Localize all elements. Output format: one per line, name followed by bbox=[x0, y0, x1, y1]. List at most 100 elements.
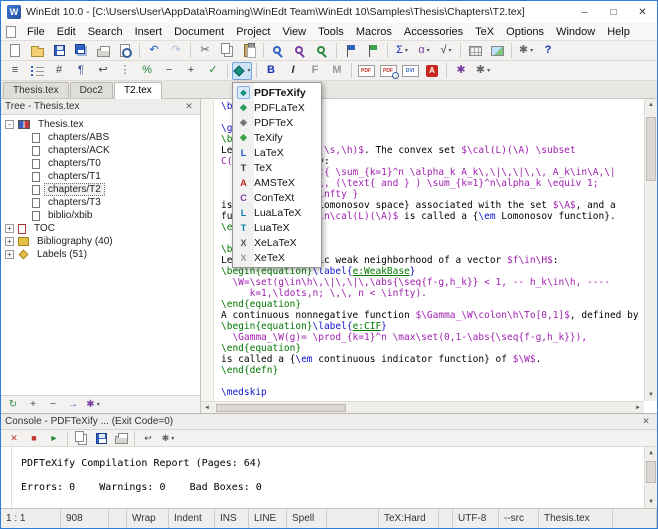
indent-mode-cell[interactable]: Indent bbox=[169, 509, 215, 528]
scroll-right-arrow-icon[interactable]: ► bbox=[632, 405, 644, 411]
save-all-button[interactable] bbox=[71, 42, 91, 60]
pdf-texify-button[interactable]: PDF bbox=[356, 62, 376, 80]
dvi-preview-button[interactable]: DVI bbox=[400, 62, 420, 80]
tree-refresh-button[interactable]: ↻ bbox=[4, 397, 22, 413]
tex-mode-cell[interactable]: TeX:Hard bbox=[379, 509, 439, 528]
insert-image-button[interactable] bbox=[487, 42, 507, 60]
menu-options[interactable]: Options bbox=[500, 25, 550, 39]
menu-tools[interactable]: Tools bbox=[312, 25, 350, 39]
editor-line[interactable]: \Gamma_\W(g)= \prod_{k=1}^n \max\set(0,1… bbox=[221, 332, 644, 343]
tree-item-thesis-tex[interactable]: - Thesis.tex bbox=[1, 118, 200, 131]
undo-button[interactable]: ↶ bbox=[144, 42, 164, 60]
editor-line[interactable]: A continuous nonnegative function $\Gamm… bbox=[221, 310, 644, 321]
menu-project[interactable]: Project bbox=[230, 25, 276, 39]
tree-item-chapters-ack[interactable]: chapters/ACK bbox=[1, 144, 200, 157]
tex-menu-item-lualatex[interactable]: L LuaLaTeX bbox=[233, 205, 321, 220]
tree-panel-close-button[interactable]: ✕ bbox=[182, 101, 196, 112]
font-button[interactable]: F bbox=[305, 62, 325, 80]
console-vscrollbar[interactable]: ▲ ▼ bbox=[644, 447, 657, 508]
tex-options-dropdown-arrow-icon[interactable]: ▾ bbox=[487, 67, 490, 74]
encoding-cell[interactable]: UTF-8 bbox=[453, 509, 499, 528]
menu-macros[interactable]: Macros bbox=[350, 25, 398, 39]
options-button[interactable]: ✱ ▾ bbox=[516, 42, 536, 60]
editor-line[interactable]: \W=\set(g\in\h\,\|\,\|\,\abs{\seq{f-g,h_… bbox=[221, 277, 644, 288]
texify-compile-dropdown-arrow-icon[interactable]: ▾ bbox=[247, 67, 250, 74]
tree-item-chapters-t2[interactable]: chapters/T2 bbox=[1, 183, 200, 196]
line-mode-cell[interactable]: LINE bbox=[249, 509, 287, 528]
insert-math-button[interactable]: Σ ▾ bbox=[392, 42, 412, 60]
math-mode-button[interactable]: M bbox=[327, 62, 347, 80]
scroll-up-arrow-icon[interactable]: ▲ bbox=[645, 99, 657, 111]
pdf-preview-button[interactable]: PDF bbox=[378, 62, 399, 80]
insert-mode-cell[interactable]: INS bbox=[215, 509, 249, 528]
insert-table-button[interactable] bbox=[465, 42, 485, 60]
console-options-dropdown-arrow-icon[interactable]: ▾ bbox=[171, 435, 174, 442]
tree-expander-icon[interactable]: - bbox=[5, 120, 14, 129]
menu-file[interactable]: File bbox=[21, 25, 51, 39]
fold-button[interactable]: − bbox=[159, 62, 179, 80]
copy-button[interactable] bbox=[217, 42, 237, 60]
comment-toggle-button[interactable]: % bbox=[137, 62, 157, 80]
menu-accessories[interactable]: Accessories bbox=[398, 25, 469, 39]
tree-item-chapters-t0[interactable]: chapters/T0 bbox=[1, 157, 200, 170]
menu-window[interactable]: Window bbox=[550, 25, 601, 39]
tree-options-button[interactable]: ✱ ▾ bbox=[84, 397, 102, 413]
document-system-menu-icon[interactable] bbox=[6, 25, 16, 38]
src-specials-cell[interactable]: --src bbox=[499, 509, 539, 528]
line-count-cell[interactable]: 908 bbox=[61, 509, 109, 528]
tree-item-chapters-t1[interactable]: chapters/T1 bbox=[1, 170, 200, 183]
tex-menu-item-xelatex[interactable]: X XeLaTeX bbox=[233, 235, 321, 250]
console-vscroll-thumb[interactable] bbox=[646, 461, 656, 483]
greek-symbols-button[interactable]: α ▾ bbox=[414, 42, 434, 60]
winedt-app-icon[interactable]: W bbox=[7, 5, 21, 19]
menu-insert[interactable]: Insert bbox=[129, 25, 169, 39]
tree-expander-icon[interactable]: + bbox=[5, 250, 14, 259]
macros-button[interactable]: ✱ bbox=[451, 62, 471, 80]
menu-document[interactable]: Document bbox=[168, 25, 230, 39]
console-copy-button[interactable] bbox=[72, 430, 90, 446]
texify-compile-button[interactable]: ▾ bbox=[232, 61, 252, 80]
close-button[interactable]: ✕ bbox=[628, 1, 657, 23]
editor-line[interactable] bbox=[221, 376, 644, 387]
tree-item-bibliography-40[interactable]: + Bibliography (40) bbox=[1, 235, 200, 248]
tex-menu-item-tex[interactable]: T TeX bbox=[233, 160, 321, 175]
console-close-button[interactable]: ✕ bbox=[5, 431, 23, 446]
tab-t2-tex[interactable]: T2.tex bbox=[113, 82, 162, 99]
editor-line[interactable]: \medskip bbox=[221, 387, 644, 398]
console-save-button[interactable] bbox=[92, 431, 110, 446]
help-button[interactable]: ? bbox=[538, 42, 558, 60]
tree-collapse-all-button[interactable]: − bbox=[44, 397, 62, 413]
replace-button[interactable] bbox=[290, 42, 310, 60]
tree-goto-button[interactable]: → bbox=[64, 397, 82, 413]
find-in-files-button[interactable] bbox=[312, 42, 332, 60]
active-project-cell[interactable]: Thesis.tex bbox=[539, 509, 613, 528]
menu-tex[interactable]: TeX bbox=[469, 25, 500, 39]
editor-hscroll-thumb[interactable] bbox=[216, 403, 346, 412]
show-specials-button[interactable]: ¶ bbox=[71, 62, 91, 80]
tex-menu-item-texify[interactable]: ◆ TeXify bbox=[233, 130, 321, 145]
scroll-down-arrow-icon[interactable]: ▼ bbox=[645, 389, 657, 401]
options-dropdown-arrow-icon[interactable]: ▾ bbox=[530, 47, 533, 54]
save-document-button[interactable] bbox=[49, 42, 69, 60]
tex-menu-item-pdftexify[interactable]: ◆ PDFTeXify bbox=[233, 85, 321, 100]
tree-item-toc[interactable]: + TOC bbox=[1, 222, 200, 235]
tex-menu-item-latex[interactable]: L LaTeX bbox=[233, 145, 321, 160]
find-button[interactable] bbox=[268, 42, 288, 60]
editor-line[interactable]: \begin{equation}\label{e:CIF} bbox=[221, 321, 644, 332]
tex-options-button[interactable]: ✱ ▾ bbox=[473, 62, 493, 80]
minimize-button[interactable]: – bbox=[570, 1, 599, 23]
next-bookmark-button[interactable] bbox=[363, 42, 383, 60]
tree-item-chapters-t3[interactable]: chapters/T3 bbox=[1, 196, 200, 209]
toggle-bookmark-button[interactable] bbox=[341, 42, 361, 60]
new-document-button[interactable] bbox=[5, 42, 25, 60]
tree-item-biblio-xbib[interactable]: biblio/xbib bbox=[1, 209, 200, 222]
tree-item-labels-51[interactable]: + Labels (51) bbox=[1, 248, 200, 261]
math-templates-dropdown-arrow-icon[interactable]: ▾ bbox=[449, 47, 452, 54]
console-close-x-button[interactable]: ✕ bbox=[639, 416, 653, 427]
menu-help[interactable]: Help bbox=[601, 25, 636, 39]
gutter-toggle-button[interactable]: ⋮ bbox=[115, 62, 135, 80]
maximize-button[interactable]: □ bbox=[599, 1, 628, 23]
console-stop-button[interactable]: ■ bbox=[25, 431, 43, 446]
console-run-button[interactable]: ► bbox=[45, 431, 63, 446]
menu-view[interactable]: View bbox=[276, 25, 312, 39]
